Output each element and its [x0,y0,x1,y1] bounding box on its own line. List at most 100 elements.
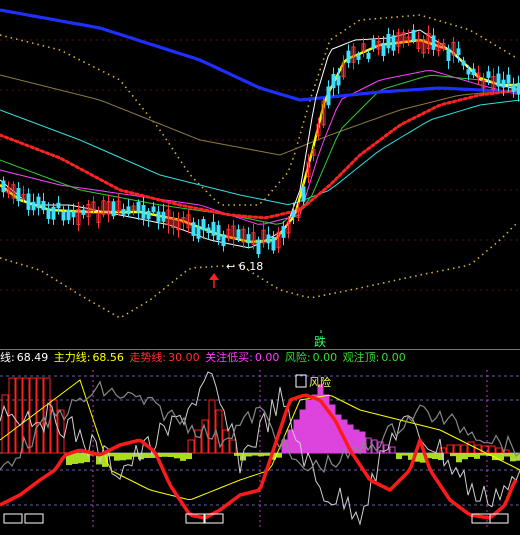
candle-body [366,52,371,59]
candle-body [61,211,66,221]
price-panel[interactable]: ← 6.18 跌 [0,0,520,350]
histogram-bar-green [156,453,162,457]
histogram-bar-green [138,453,144,460]
candle-body [121,209,126,215]
histogram-bar-red [36,377,44,454]
candle-body [36,196,41,209]
histogram-bar-red [488,445,496,454]
risk-label: 风险 [309,375,331,389]
candle-body [501,79,506,88]
legend-risk-value: 0.00 [312,351,338,364]
candle-body [431,35,436,50]
histogram-bar-red [29,377,37,454]
candle-body [41,200,46,211]
histogram-bar-magenta [383,444,390,454]
histogram-bar-green [456,453,462,463]
histogram-bar-red [194,429,202,454]
bottom-signal-box [24,513,44,524]
candle-body [56,202,61,209]
candle-body [216,225,221,241]
candle-body [246,234,251,244]
histogram-bar-green [510,453,516,462]
histogram-bar-green [276,453,282,458]
histogram-bar-magenta [293,419,300,454]
candle-body [46,208,51,219]
legend-top-label: 观注顶: [342,351,380,364]
candle-body [326,86,331,106]
histogram-bar-green [432,453,438,460]
histogram-bar-green [174,453,180,459]
candle-body [81,209,86,215]
histogram-bar-green [168,453,174,458]
candle-body [281,226,286,238]
histogram-bar-green [126,453,132,460]
candle-body [391,35,396,51]
candle-body [381,42,386,56]
bottom-signal-box [489,513,509,524]
bottom-signal-box [471,513,491,524]
histogram-bar-green [78,453,84,464]
histogram-bar-magenta [311,394,318,454]
ma-magenta-line [0,70,517,225]
histogram-bar-red [453,444,461,454]
candle-body [511,84,516,92]
candle-body [26,193,31,210]
histogram-bar-red [439,447,447,454]
histogram-bar-magenta [377,441,384,454]
histogram-bar-green [84,453,90,463]
candle-body [271,236,276,251]
candle-body [356,54,361,60]
histogram-bar-red [8,377,16,454]
histogram-bar-green [426,453,432,459]
histogram-bar-red [15,377,23,454]
bottom-signal-box [204,513,224,524]
histogram-bar-red [229,439,237,454]
candle-body [471,68,476,76]
histogram-bar-magenta [287,429,294,454]
legend-line-value: 68.49 [16,351,49,364]
legend-trend-label: 走势线: [129,351,167,364]
candle-body [456,48,461,55]
histogram-bar-green [90,453,96,456]
histogram-bar-green [96,453,102,465]
histogram-bar-red [43,377,51,454]
candle-body [146,210,151,220]
chart-stage: ← 6.18 跌 线: 68.49 主力线: 68.56 走势线: 30.00 关注低买… [0,0,520,535]
candle-body [221,234,226,247]
histogram-bar-magenta [353,429,360,454]
histogram-bar-green [240,453,246,461]
histogram-bar-green [486,453,492,456]
histogram-bar-green [186,453,192,460]
candle-body [211,221,216,236]
histogram-bar-green [450,453,456,457]
histogram-group [1,377,520,467]
low-price-label: ← 6.18 [226,260,263,273]
histogram-bar-green [234,453,240,456]
histogram-bar-green [162,453,168,457]
candle-body [331,73,336,89]
candle-body [126,206,131,215]
histogram-bar-green [72,453,78,464]
candle-body [336,75,341,86]
candle-body [201,218,206,231]
indicator-legend: 线: 68.49 主力线: 68.56 走势线: 30.00 关注低买: 0.00 风险… [0,350,520,366]
histogram-bar-red [481,445,489,454]
trend-line-red [0,393,518,520]
legend-lowbuy-label: 关注低买: [205,351,253,364]
candle-body [111,201,116,217]
histogram-bar-red [1,394,9,454]
candle-body [31,201,36,211]
histogram-bar-magenta [335,414,342,454]
histogram-bar-magenta [299,409,306,454]
histogram-bar-magenta [341,419,348,454]
histogram-bar-green [396,453,402,460]
histogram-bar-green [420,453,426,463]
histogram-bar-green [258,453,264,457]
histogram-bar-green [108,453,114,457]
candle-body [446,48,451,61]
legend-trend-value: 30.00 [168,351,200,364]
histogram-bar-magenta [371,439,378,454]
candle-body [346,50,351,64]
histogram-bar-green [492,453,498,461]
histogram-bar-green [270,453,276,460]
